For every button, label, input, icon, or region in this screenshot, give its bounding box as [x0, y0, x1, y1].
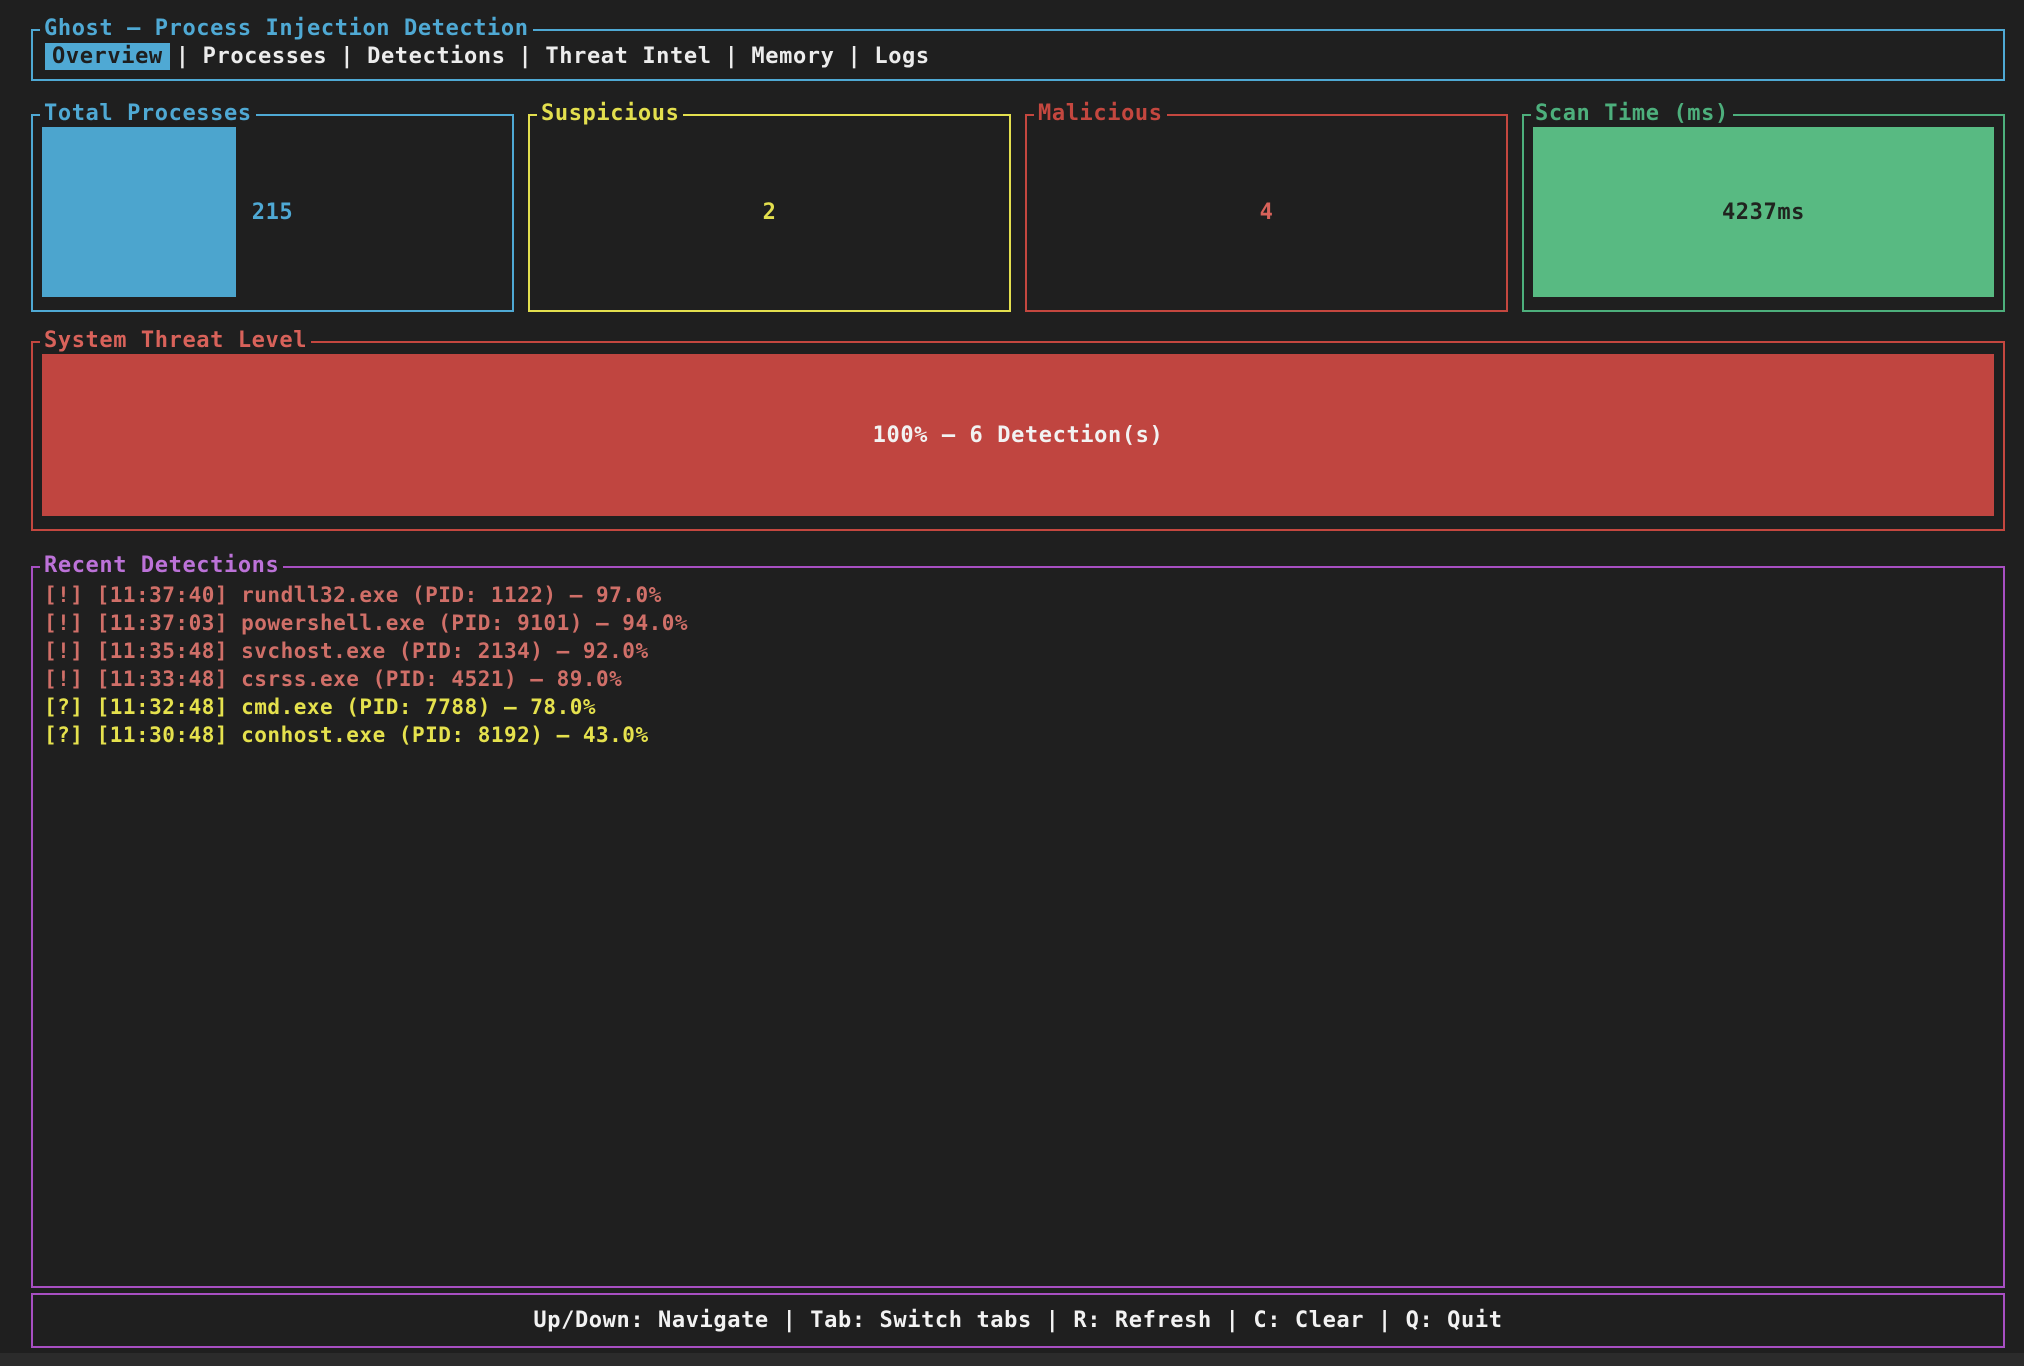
- detection-row[interactable]: [!] [11:33:48] csrss.exe (PID: 4521) — 8…: [44, 665, 2003, 693]
- stat-value-total-processes: 215: [42, 127, 503, 297]
- tab-overview[interactable]: Overview: [45, 43, 170, 70]
- tab-detections[interactable]: Detections: [360, 43, 512, 70]
- stat-value-malicious: 4: [1036, 127, 1497, 297]
- help-text: Up/Down: Navigate | Tab: Switch tabs | R…: [33, 1295, 2003, 1346]
- threat-panel-title: System Threat Level: [40, 328, 311, 354]
- stats-row: Total Processes215Suspicious2Malicious4S…: [31, 114, 2005, 312]
- bottom-strip: [0, 1353, 2024, 1366]
- header-panel: Ghost — Process Injection Detection Over…: [31, 29, 2005, 81]
- stat-title-total-processes: Total Processes: [40, 101, 256, 127]
- stat-title-malicious: Malicious: [1034, 101, 1167, 127]
- app-title: Ghost — Process Injection Detection: [40, 16, 533, 42]
- threat-level-panel: System Threat Level 100% — 6 Detection(s…: [31, 341, 2005, 531]
- tab-separator: |: [519, 44, 533, 69]
- tab-memory[interactable]: Memory: [744, 43, 841, 70]
- detection-row[interactable]: [!] [11:37:40] rundll32.exe (PID: 1122) …: [44, 581, 2003, 609]
- stat-panel-malicious: Malicious4: [1025, 114, 1508, 312]
- tab-separator: |: [176, 44, 190, 69]
- detection-row[interactable]: [!] [11:37:03] powershell.exe (PID: 9101…: [44, 609, 2003, 637]
- recent-detections-panel: Recent Detections [!] [11:37:40] rundll3…: [31, 566, 2005, 1288]
- stat-gauge: 4237ms: [1533, 127, 1994, 297]
- tab-separator: |: [340, 44, 354, 69]
- stat-panel-suspicious: Suspicious2: [528, 114, 1011, 312]
- tab-threat-intel[interactable]: Threat Intel: [538, 43, 718, 70]
- threat-gauge: 100% — 6 Detection(s): [42, 354, 1994, 516]
- stat-value-scan-time: 4237ms: [1533, 127, 1994, 297]
- detection-row[interactable]: [?] [11:30:48] conhost.exe (PID: 8192) —…: [44, 721, 2003, 749]
- stat-title-scan-time: Scan Time (ms): [1531, 101, 1733, 127]
- stat-value-suspicious: 2: [539, 127, 1000, 297]
- tab-processes[interactable]: Processes: [196, 43, 335, 70]
- tab-separator: |: [848, 44, 862, 69]
- stat-panel-total-processes: Total Processes215: [31, 114, 514, 312]
- tab-logs[interactable]: Logs: [867, 43, 936, 70]
- help-bar: Up/Down: Navigate | Tab: Switch tabs | R…: [31, 1293, 2005, 1348]
- main-content: Ghost — Process Injection Detection Over…: [31, 29, 2005, 1348]
- detections-panel-title: Recent Detections: [40, 553, 283, 579]
- stat-gauge: 4: [1036, 127, 1497, 297]
- stat-title-suspicious: Suspicious: [537, 101, 683, 127]
- detection-row[interactable]: [!] [11:35:48] svchost.exe (PID: 2134) —…: [44, 637, 2003, 665]
- stat-gauge: 215: [42, 127, 503, 297]
- detections-list: [!] [11:37:40] rundll32.exe (PID: 1122) …: [33, 568, 2003, 749]
- threat-gauge-label: 100% — 6 Detection(s): [42, 354, 1994, 516]
- stat-gauge: 2: [539, 127, 1000, 297]
- stat-panel-scan-time: Scan Time (ms)4237ms: [1522, 114, 2005, 312]
- ghost-tui-app: Ghost — Process Injection Detection Over…: [0, 0, 2024, 1366]
- detection-row[interactable]: [?] [11:32:48] cmd.exe (PID: 7788) — 78.…: [44, 693, 2003, 721]
- tab-separator: |: [725, 44, 739, 69]
